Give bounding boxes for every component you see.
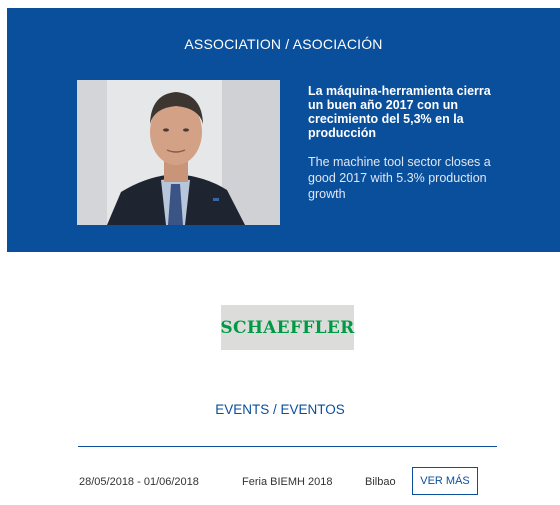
ver-mas-button[interactable]: VER MÁS: [412, 467, 478, 495]
article-photo[interactable]: [77, 80, 280, 225]
event-city: Bilbao: [365, 476, 396, 488]
sponsor-logo[interactable]: SCHAEFFLER: [220, 305, 355, 350]
association-title: ASSOCIATION / ASOCIACIÓN: [184, 36, 383, 52]
portrait-image: [77, 80, 280, 225]
events-divider: [78, 446, 497, 447]
events-title: EVENTS / EVENTOS: [215, 402, 345, 417]
article-subheadline: The machine tool sector closes a good 20…: [308, 155, 491, 201]
association-section: ASSOCIATION / ASOCIACIÓN La máquina-herr…: [7, 8, 560, 252]
sponsor-logo-text: SCHAEFFLER: [220, 317, 355, 338]
event-name: Feria BIEMH 2018: [242, 476, 333, 488]
article-headline[interactable]: La máquina-herramienta cierra un buen añ…: [308, 84, 508, 140]
event-dates: 28/05/2018 - 01/06/2018: [79, 476, 199, 488]
